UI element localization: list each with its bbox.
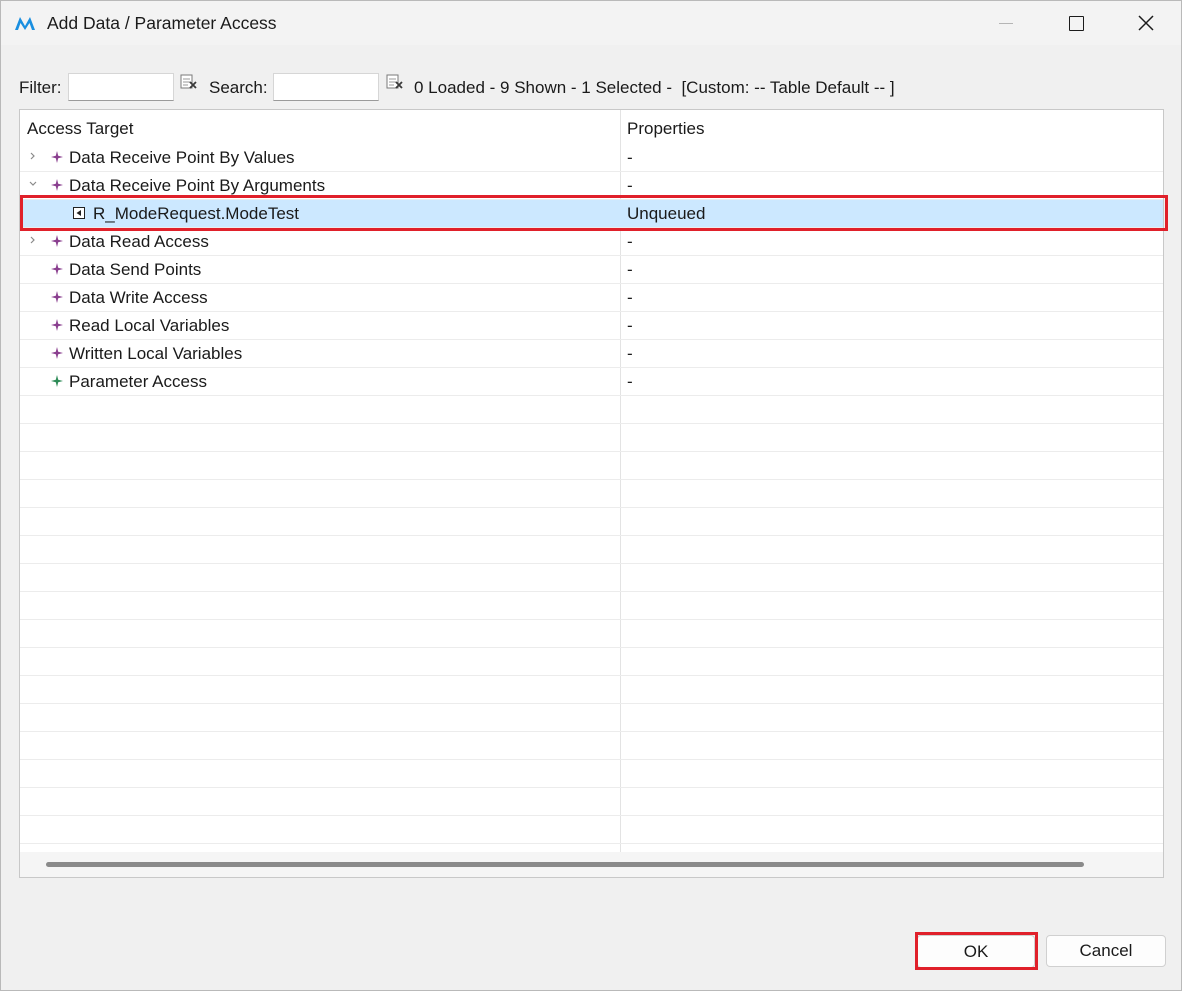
row-label: Data Read Access: [69, 232, 209, 251]
properties-cell: -: [627, 176, 633, 195]
close-button[interactable]: [1111, 1, 1181, 45]
table-row[interactable]: Read Local Variables -: [20, 312, 1163, 340]
access-target-cell: Data Receive Point By Values: [20, 144, 620, 171]
table-body: Data Receive Point By Values - Data Receiv…: [20, 144, 1163, 844]
access-target-cell: Written Local Variables: [20, 340, 620, 367]
ok-button[interactable]: OK: [917, 935, 1035, 968]
clear-filter-icon[interactable]: [180, 73, 198, 91]
properties-cell: -: [627, 232, 633, 251]
empty-table-row: [20, 564, 1163, 592]
table-row[interactable]: R_ModeRequest.ModeTest Unqueued: [20, 200, 1163, 228]
access-target-table: Access Target Properties Data Receive Po…: [19, 109, 1164, 878]
access-target-cell: Data Send Points: [20, 256, 620, 283]
properties-cell: -: [627, 288, 633, 307]
empty-table-row: [20, 704, 1163, 732]
purple-star-icon: [51, 179, 63, 191]
filter-input[interactable]: [68, 73, 174, 101]
empty-table-row: [20, 424, 1163, 452]
empty-table-row: [20, 760, 1163, 788]
access-target-cell: Read Local Variables: [20, 312, 620, 339]
row-label: R_ModeRequest.ModeTest: [93, 204, 300, 223]
chevron-right-icon[interactable]: [28, 151, 38, 161]
row-label: Parameter Access: [69, 372, 207, 391]
maximize-button[interactable]: [1041, 1, 1111, 45]
properties-cell: -: [627, 148, 633, 167]
empty-table-row: [20, 788, 1163, 816]
empty-table-row: [20, 676, 1163, 704]
purple-star-icon: [51, 235, 63, 247]
properties-cell: -: [627, 260, 633, 279]
table-header: Access Target Properties: [20, 110, 1163, 144]
table-row[interactable]: Data Write Access -: [20, 284, 1163, 312]
column-header-properties[interactable]: Properties: [627, 119, 704, 139]
chevron-down-icon[interactable]: [28, 179, 38, 189]
access-target-cell: Data Read Access: [20, 228, 620, 255]
empty-table-row: [20, 620, 1163, 648]
scrollbar-thumb[interactable]: [46, 862, 1084, 867]
empty-table-row: [20, 452, 1163, 480]
horizontal-scrollbar[interactable]: [20, 852, 1163, 877]
row-label: Written Local Variables: [69, 344, 243, 363]
access-target-cell: Data Write Access: [20, 284, 620, 311]
filter-toolbar: Filter: Search: 0 Loaded - 9 Shown - 1 S…: [19, 71, 1169, 105]
row-label: Read Local Variables: [69, 316, 230, 335]
empty-table-row: [20, 648, 1163, 676]
empty-table-row: [20, 536, 1163, 564]
properties-cell: -: [627, 316, 633, 335]
close-icon: [1138, 15, 1154, 31]
table-row[interactable]: Data Receive Point By Arguments -: [20, 172, 1163, 200]
filter-label: Filter:: [19, 78, 62, 97]
purple-star-icon: [51, 347, 63, 359]
green-star-icon: [51, 375, 63, 387]
add-data-parameter-access-dialog: Add Data / Parameter Access Filter: Sear…: [0, 0, 1182, 991]
search-label: Search:: [209, 78, 268, 97]
table-row[interactable]: Data Receive Point By Values -: [20, 144, 1163, 172]
row-label: Data Receive Point By Arguments: [69, 176, 326, 195]
row-label: Data Receive Point By Values: [69, 148, 295, 167]
access-target-cell: R_ModeRequest.ModeTest: [20, 200, 620, 227]
row-label: Data Send Points: [69, 260, 202, 279]
properties-cell: -: [627, 344, 633, 363]
empty-table-row: [20, 592, 1163, 620]
maximize-icon: [1068, 15, 1084, 31]
status-summary: 0 Loaded - 9 Shown - 1 Selected - [Custo…: [414, 78, 895, 97]
minimize-icon: [999, 22, 1013, 24]
purple-star-icon: [51, 151, 63, 163]
purple-star-icon: [51, 291, 63, 303]
properties-cell: Unqueued: [627, 204, 706, 223]
minimize-button[interactable]: [971, 1, 1041, 45]
row-label: Data Write Access: [69, 288, 208, 307]
clear-search-icon[interactable]: [386, 73, 404, 91]
empty-table-row: [20, 480, 1163, 508]
search-input[interactable]: [273, 73, 379, 101]
empty-table-row: [20, 816, 1163, 844]
table-row[interactable]: Data Send Points -: [20, 256, 1163, 284]
column-header-access-target[interactable]: Access Target: [27, 119, 133, 139]
chevron-right-icon[interactable]: [28, 235, 38, 245]
table-row[interactable]: Parameter Access -: [20, 368, 1163, 396]
properties-cell: -: [627, 372, 633, 391]
title-bar[interactable]: Add Data / Parameter Access: [1, 1, 1181, 45]
purple-star-icon: [51, 319, 63, 331]
window-title: Add Data / Parameter Access: [47, 13, 277, 33]
app-logo-icon: [15, 17, 35, 30]
empty-table-row: [20, 732, 1163, 760]
port-icon: [73, 207, 85, 219]
table-row[interactable]: Written Local Variables -: [20, 340, 1163, 368]
cancel-button[interactable]: Cancel: [1046, 935, 1166, 967]
table-row[interactable]: Data Read Access -: [20, 228, 1163, 256]
access-target-cell: Data Receive Point By Arguments: [20, 172, 620, 199]
empty-table-row: [20, 508, 1163, 536]
empty-table-row: [20, 396, 1163, 424]
purple-star-icon: [51, 263, 63, 275]
access-target-cell: Parameter Access: [20, 368, 620, 395]
